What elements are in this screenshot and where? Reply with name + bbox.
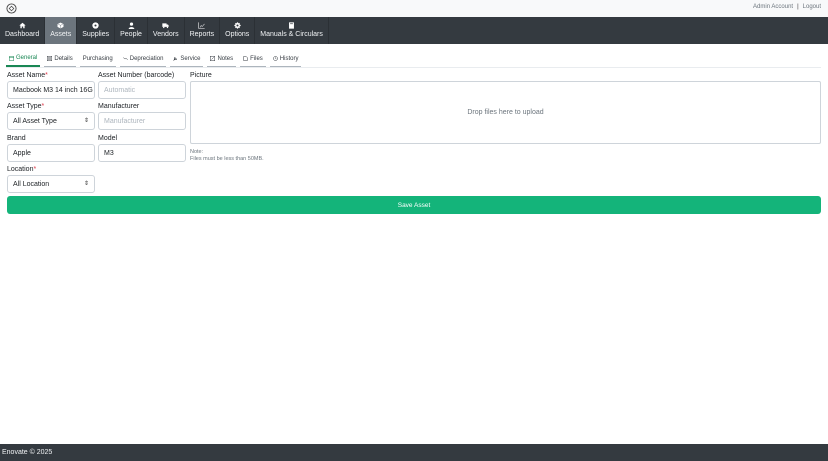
asset-type-label-text: Asset Type — [7, 103, 42, 110]
location-label-text: Location — [7, 166, 34, 173]
model-input[interactable]: M3 — [98, 144, 186, 162]
tab-general[interactable]: General — [6, 53, 41, 67]
nav-item-dashboard[interactable]: Dashboard — [0, 17, 46, 44]
tab-notes[interactable]: Notes — [207, 53, 237, 67]
nav-item-label: Options — [225, 31, 250, 38]
clock-icon — [272, 56, 278, 61]
brand-label: Brand — [7, 135, 26, 142]
tab-label: Purchasing — [82, 55, 113, 62]
brand-input[interactable]: Apple — [7, 144, 95, 162]
asset-type-select[interactable]: All Asset Type ⇕ — [7, 112, 95, 130]
file-icon — [243, 56, 248, 61]
asset-number-label: Asset Number (barcode) — [98, 72, 175, 79]
asset-number-input[interactable]: Automatic — [98, 81, 186, 99]
chart-icon — [198, 22, 206, 29]
model-label: Model — [98, 135, 118, 142]
depreciation-icon — [122, 57, 128, 60]
nav-item-label: Assets — [50, 31, 72, 38]
main-navigation: Dashboard Assets Supplies People Vendors… — [0, 17, 828, 44]
supplies-icon — [92, 22, 99, 29]
select-caret-icon: ⇕ — [83, 118, 89, 124]
footer: Enovate © 2025 — [0, 444, 828, 461]
nav-item-supplies[interactable]: Supplies — [77, 17, 116, 44]
general-icon — [9, 55, 14, 61]
required-mark: * — [41, 103, 45, 110]
box-icon — [57, 22, 65, 29]
location-value: All Location — [13, 180, 50, 188]
nav-item-options[interactable]: Options — [220, 17, 256, 44]
location-label: Location* — [7, 166, 36, 173]
tab-label: General — [16, 55, 38, 61]
nav-item-label: People — [120, 31, 142, 38]
tab-history[interactable]: History — [269, 53, 302, 67]
details-icon — [47, 56, 53, 61]
asset-name-label-text: Asset Name — [7, 72, 46, 79]
tab-label: History — [279, 55, 299, 62]
nav-item-label: Reports — [189, 31, 215, 38]
book-icon — [289, 22, 295, 29]
location-select[interactable]: All Location ⇕ — [7, 175, 95, 193]
note-title: Note: — [190, 149, 204, 155]
select-caret-icon: ⇕ — [83, 181, 89, 187]
tab-label: Service — [180, 55, 201, 62]
nav-item-manuals-circulars[interactable]: Manuals & Circulars — [255, 17, 329, 44]
logout-link[interactable]: Logout — [803, 4, 821, 10]
gear-icon — [234, 22, 241, 29]
tab-purchasing[interactable]: Purchasing — [79, 53, 116, 67]
home-icon — [18, 22, 26, 29]
file-dropzone[interactable]: Drop files here to upload — [190, 81, 821, 144]
wrench-icon — [173, 56, 178, 61]
tab-files[interactable]: Files — [240, 53, 266, 67]
nav-item-label: Dashboard — [5, 31, 40, 38]
nav-item-vendors[interactable]: Vendors — [148, 17, 185, 44]
required-mark: * — [33, 166, 37, 173]
save-asset-button[interactable]: Save Asset — [7, 196, 821, 214]
asset-type-label: Asset Type* — [7, 103, 44, 110]
manufacturer-input[interactable]: Manufacturer — [98, 112, 186, 130]
admin-account-link[interactable]: Admin Account — [753, 4, 793, 10]
nav-item-reports[interactable]: Reports — [185, 17, 221, 44]
nav-item-label: Manuals & Circulars — [260, 31, 323, 38]
truck-icon — [162, 23, 169, 29]
topbar-separator: | — [797, 4, 799, 10]
nav-item-label: Vendors — [152, 31, 179, 38]
upload-note: Note: Files must be less than 50MB. — [190, 149, 264, 163]
asset-name-label: Asset Name* — [7, 72, 48, 79]
required-mark: * — [45, 72, 48, 79]
nav-item-assets[interactable]: Assets — [45, 17, 78, 44]
nav-item-people[interactable]: People — [115, 17, 148, 44]
asset-type-value: All Asset Type — [13, 117, 57, 125]
app-logo-icon[interactable] — [6, 3, 17, 14]
tab-service[interactable]: Service — [170, 53, 204, 67]
tab-label: Details — [54, 55, 73, 62]
nav-item-label: Supplies — [82, 31, 110, 38]
footer-copyright: Enovate © 2025 — [2, 449, 53, 456]
person-icon — [128, 22, 134, 29]
picture-label: Picture — [190, 72, 212, 79]
tab-label: Files — [250, 55, 263, 62]
manufacturer-label: Manufacturer — [98, 103, 140, 110]
dropzone-text: Drop files here to upload — [467, 109, 544, 116]
top-utility-bar: Admin Account | Logout — [0, 0, 828, 17]
tab-depreciation[interactable]: Depreciation — [119, 53, 167, 67]
notes-icon — [210, 56, 216, 61]
tab-label: Notes — [217, 55, 234, 62]
note-text: Files must be less than 50MB. — [190, 156, 264, 162]
tab-label: Depreciation — [129, 55, 164, 62]
tabs-divider — [6, 67, 821, 68]
asset-tabs: General Details Purchasing Depreciation … — [6, 53, 305, 67]
asset-name-input[interactable]: Macbook M3 14 inch 16G — [7, 81, 95, 99]
tab-details[interactable]: Details — [44, 53, 76, 67]
